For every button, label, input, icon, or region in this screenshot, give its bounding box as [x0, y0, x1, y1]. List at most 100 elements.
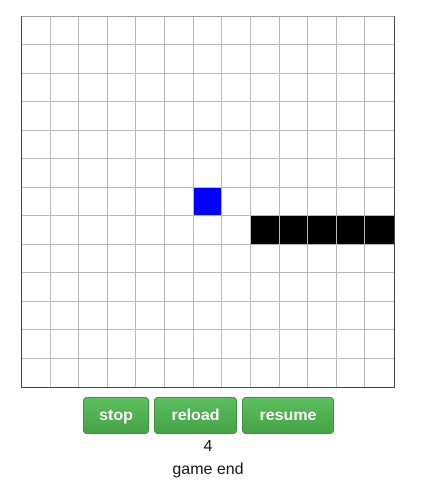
grid-cell	[336, 73, 366, 103]
grid-cell	[308, 330, 337, 359]
grid-cell	[308, 273, 337, 302]
grid-cell	[107, 159, 137, 188]
snake-segment	[250, 216, 280, 245]
grid-cell	[107, 273, 137, 302]
grid-cell	[165, 301, 194, 331]
grid-cell	[279, 301, 309, 331]
grid-cell	[222, 73, 251, 103]
grid-cell	[107, 187, 137, 217]
grid-cell	[365, 273, 394, 302]
resume-button[interactable]: resume	[242, 397, 334, 434]
grid-cell	[308, 45, 337, 74]
grid-cell	[79, 187, 108, 217]
grid-cell	[50, 244, 80, 274]
grid-cell	[336, 187, 366, 217]
grid-cell	[79, 17, 108, 46]
grid-cell	[222, 187, 251, 217]
grid-cell	[250, 273, 280, 302]
grid-cell	[79, 330, 108, 359]
grid-cell	[308, 17, 337, 46]
grid-cell	[280, 358, 309, 387]
grid-cell	[222, 301, 251, 331]
grid-cell	[193, 102, 223, 131]
grid-cell	[107, 244, 137, 274]
food-cell	[193, 187, 223, 217]
grid-cell	[279, 159, 309, 188]
grid-cell	[79, 273, 108, 302]
grid-cell	[365, 74, 394, 103]
grid-cell	[165, 216, 194, 245]
grid-cell	[165, 330, 194, 359]
grid-cell	[50, 330, 80, 359]
grid-cell	[136, 73, 166, 103]
grid-cell	[107, 73, 137, 103]
grid-cell	[193, 216, 223, 245]
grid-cell	[193, 130, 223, 160]
grid-cell	[250, 17, 280, 46]
snake-segment	[336, 216, 366, 245]
grid-cell	[22, 330, 51, 359]
grid-cell	[308, 130, 337, 160]
grid-cell	[165, 17, 194, 46]
grid-cell	[22, 358, 51, 387]
grid-cell	[365, 159, 394, 188]
snake-segment	[279, 216, 309, 245]
grid-cell	[222, 273, 251, 302]
grid-cell	[193, 45, 223, 74]
grid-cell	[136, 358, 166, 387]
grid-cell	[365, 17, 394, 46]
grid-cell	[107, 301, 137, 331]
grid-cell	[250, 45, 280, 74]
grid-cell	[79, 216, 108, 245]
grid-cell	[279, 73, 309, 103]
grid-cell	[50, 45, 80, 74]
grid-cell	[22, 216, 51, 245]
grid-cell	[193, 73, 223, 103]
grid-cell	[136, 159, 166, 188]
grid-cell	[308, 159, 337, 188]
grid-cell	[222, 130, 251, 160]
grid-cell	[165, 244, 194, 274]
grid-cell	[308, 73, 337, 103]
grid-cell	[79, 301, 108, 331]
grid-cell	[308, 187, 337, 217]
grid-cell	[193, 159, 223, 188]
grid-cell	[22, 187, 51, 217]
stop-button[interactable]: stop	[83, 397, 149, 434]
grid-cell	[222, 330, 251, 359]
grid-cell	[22, 244, 51, 274]
grid-cell	[50, 273, 80, 302]
grid-cell	[250, 330, 280, 359]
grid-cell	[279, 130, 309, 160]
grid-cell	[308, 244, 337, 274]
grid-cell	[336, 273, 366, 302]
grid-cell	[107, 17, 137, 46]
grid-cell	[22, 102, 51, 131]
grid-cell	[136, 187, 166, 217]
grid-cell	[165, 187, 194, 217]
grid-cell	[250, 102, 280, 131]
grid-cell	[107, 130, 137, 160]
reload-button[interactable]: reload	[154, 397, 237, 434]
grid-cell	[136, 102, 166, 131]
grid-cell	[107, 102, 137, 131]
grid-cell	[279, 17, 309, 46]
grid-cell	[79, 102, 108, 131]
grid-cell	[136, 244, 166, 274]
grid-cell	[365, 359, 394, 387]
grid-cell	[165, 358, 194, 387]
grid-cell	[279, 45, 309, 74]
grid-cell	[22, 45, 51, 74]
grid-cell	[193, 244, 223, 274]
grid-cell	[194, 358, 223, 387]
grid-cell	[50, 187, 80, 217]
grid-cell	[279, 273, 309, 302]
grid-cell	[136, 45, 166, 74]
grid-cell	[136, 301, 166, 331]
grid-cell	[279, 102, 309, 131]
grid-cell	[336, 301, 366, 331]
grid-cell	[336, 102, 366, 131]
grid-cell	[50, 130, 80, 160]
grid-cell	[22, 17, 51, 46]
grid-cell	[365, 302, 394, 331]
